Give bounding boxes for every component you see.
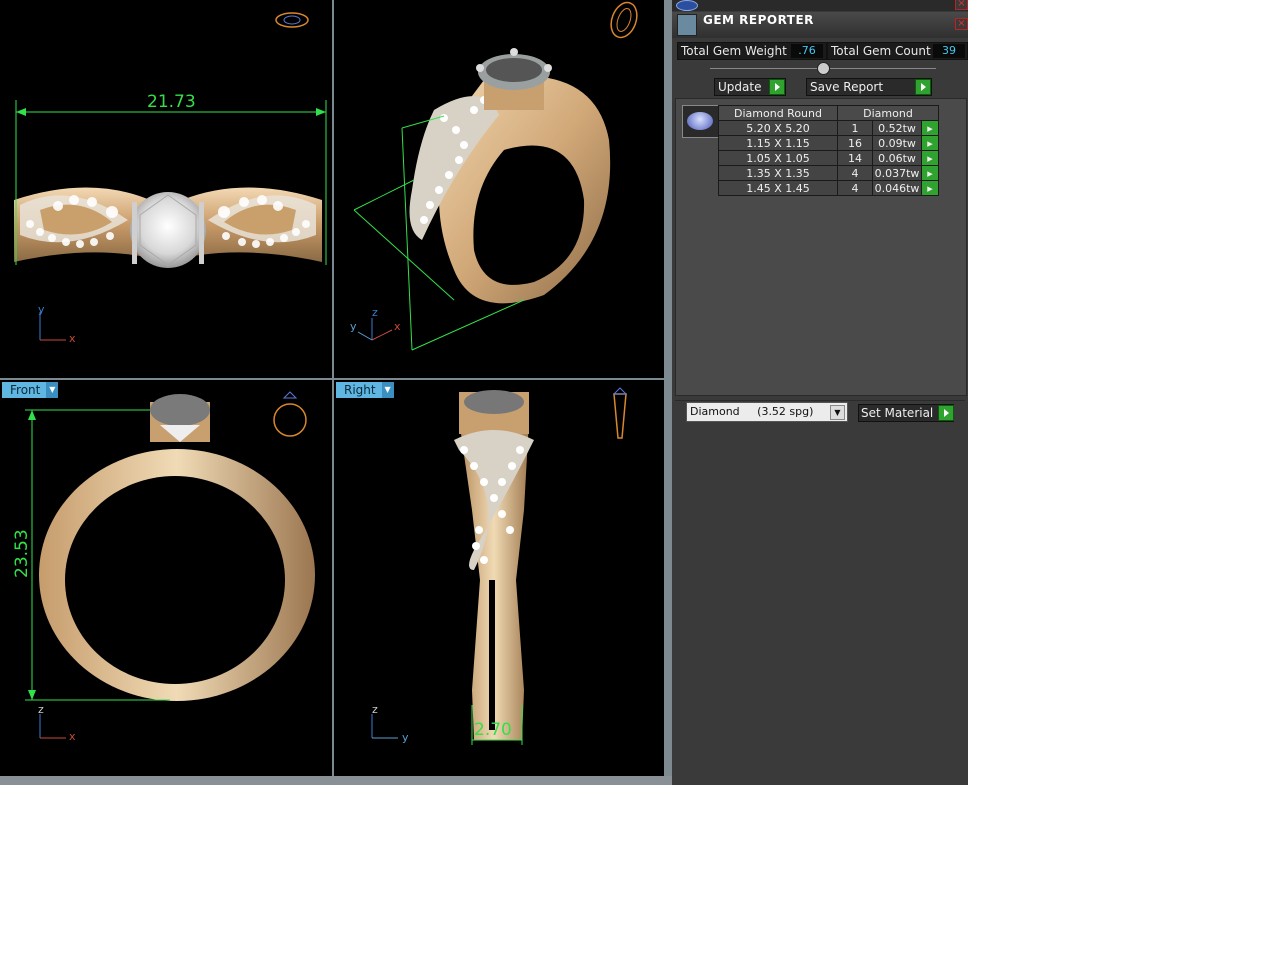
gem-count: 1 [837,120,873,136]
panel-title: GEM REPORTER [703,13,814,27]
viewport-front-tab[interactable]: Front ▼ [2,382,59,398]
bottom-edge [0,776,672,785]
gem-weight: 0.06tw [872,150,922,166]
total-gem-count-field: Total Gem Count 39 [827,42,968,60]
table-row[interactable]: 5.20 X 5.20 1 0.52tw ▸ [718,120,939,136]
viewport-front[interactable]: Front ▼ 23.53 z x [0,380,334,776]
dropdown-arrow-icon[interactable]: ▼ [381,382,394,398]
total-gem-count-label: Total Gem Count [831,44,931,58]
total-gem-count-value: 39 [933,44,965,58]
row-arrow-icon[interactable]: ▸ [921,150,939,166]
gem-report-icon [677,14,697,36]
dropdown-arrow-icon[interactable]: ▼ [46,382,59,398]
width-dimension: 21.73 [147,92,196,112]
ring-top-view [14,12,327,341]
row-arrow-icon[interactable]: ▸ [921,165,939,181]
splitter[interactable] [664,0,672,785]
row-arrow-icon[interactable]: ▸ [921,135,939,151]
material-select[interactable]: Diamond (3.52 spg) ▼ [686,402,848,422]
diamond-thumbnail-icon[interactable] [682,105,719,138]
viewport-label: Right [344,383,376,397]
close-icon[interactable]: × [955,0,968,10]
play-arrow-icon [938,405,954,421]
material-select-value: Diamond (3.52 spg) [690,405,814,418]
viewport-label: Front [10,383,41,397]
axis-y-label: y [350,320,357,333]
axis-z-label: z [38,703,44,716]
panel-close-icon[interactable]: × [955,18,968,30]
gem-size: 1.45 X 1.45 [718,180,838,196]
gem-count: 14 [837,150,873,166]
update-button[interactable]: Update [714,78,786,96]
save-report-label: Save Report [810,80,884,94]
gem-count: 4 [837,180,873,196]
col-header-type: Diamond [837,105,939,121]
gem-weight: 0.037tw [872,165,922,181]
set-material-button[interactable]: Set Material [858,404,954,422]
update-label: Update [718,80,762,94]
slider-handle[interactable] [817,62,830,75]
chevron-down-icon[interactable]: ▼ [830,405,845,420]
gem-weight: 0.52tw [872,120,922,136]
axis-z-label: z [372,306,378,319]
table-row[interactable]: 1.45 X 1.45 4 0.046tw ▸ [718,180,939,196]
thickness-dimension: 2.70 [474,720,512,740]
viewport-right-tab[interactable]: Right ▼ [336,382,394,398]
set-material-label: Set Material [861,406,934,420]
axis-x-label: x [394,320,401,333]
height-dimension: 23.53 [12,529,32,578]
row-arrow-icon[interactable]: ▸ [921,120,939,136]
ring-perspective-view [353,1,638,351]
gem-size: 1.15 X 1.15 [718,135,838,151]
table-row[interactable]: 1.15 X 1.15 16 0.09tw ▸ [718,135,939,151]
app-logo-icon [676,0,698,11]
ring-front-view [25,391,315,739]
gem-size: 5.20 X 5.20 [718,120,838,136]
col-header-size: Diamond Round [718,105,838,121]
total-gem-weight-label: Total Gem Weight [681,44,787,58]
axis-y-label: y [402,731,409,744]
play-arrow-icon [769,79,785,95]
total-gem-weight-value: .76 [791,44,823,58]
viewport-top-left[interactable]: 21.73 y x [0,0,334,380]
row-arrow-icon[interactable]: ▸ [921,180,939,196]
viewport-right[interactable]: Right ▼ 2.70 z y [334,380,664,776]
table-row[interactable]: 1.35 X 1.35 4 0.037tw ▸ [718,165,939,181]
axis-x-label: x [69,332,76,345]
gem-count: 4 [837,165,873,181]
viewport-perspective[interactable]: y z x [334,0,664,380]
gem-size: 1.35 X 1.35 [718,165,838,181]
gem-count: 16 [837,135,873,151]
play-arrow-icon [915,79,931,95]
ring-side-view [371,387,628,745]
axis-x-label: x [69,730,76,743]
panel-title-bar: GEM REPORTER [672,12,968,38]
axis-y-label: y [38,303,45,316]
gem-table: Diamond Round Diamond 5.20 X 5.20 1 0.52… [718,105,939,196]
gem-weight: 0.046tw [872,180,922,196]
gem-weight: 0.09tw [872,135,922,151]
axis-z-label: z [372,703,378,716]
gem-size: 1.05 X 1.05 [718,150,838,166]
table-row[interactable]: 1.05 X 1.05 14 0.06tw ▸ [718,150,939,166]
save-report-button[interactable]: Save Report [806,78,932,96]
total-gem-weight-field: Total Gem Weight .76 [677,42,827,60]
